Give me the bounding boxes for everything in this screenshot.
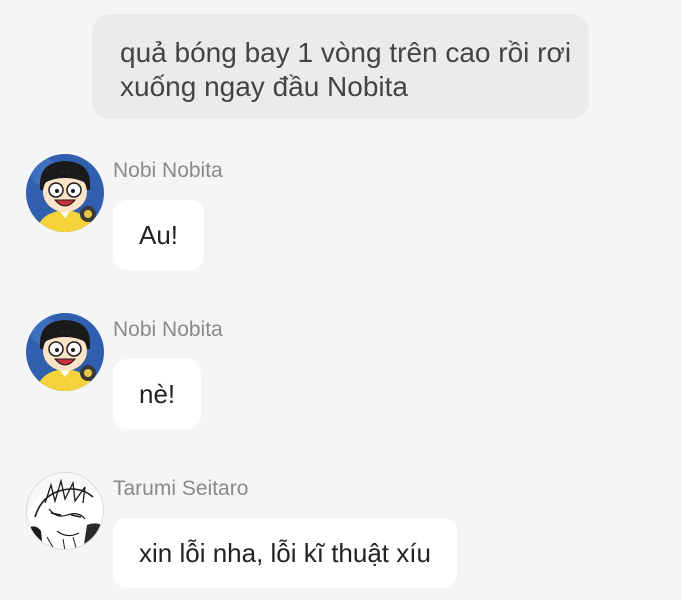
sender-name: Nobi Nobita xyxy=(113,318,223,341)
message-bubble[interactable]: nè! xyxy=(113,359,202,429)
message-bubble[interactable]: xin lỗi nha, lỗi kĩ thuật xíu xyxy=(113,518,457,588)
sender-name: Nobi Nobita xyxy=(113,159,223,182)
message-bubble[interactable]: Au! xyxy=(113,200,205,270)
tarumi-avatar-icon[interactable] xyxy=(26,472,104,550)
system-message-bubble: quả bóng bay 1 vòng trên cao rồi rơi xuố… xyxy=(92,14,589,119)
system-message-line-2: xuống ngay đầu Nobita xyxy=(120,71,408,102)
chat-thread: quả bóng bay 1 vòng trên cao rồi rơi xuố… xyxy=(0,0,681,600)
nobita-avatar-icon[interactable] xyxy=(26,313,104,391)
nobita-avatar-icon[interactable] xyxy=(26,154,104,232)
system-message-line-1: quả bóng bay 1 vòng trên cao rồi rơi xyxy=(120,37,572,68)
sender-name: Tarumi Seitaro xyxy=(113,477,249,500)
